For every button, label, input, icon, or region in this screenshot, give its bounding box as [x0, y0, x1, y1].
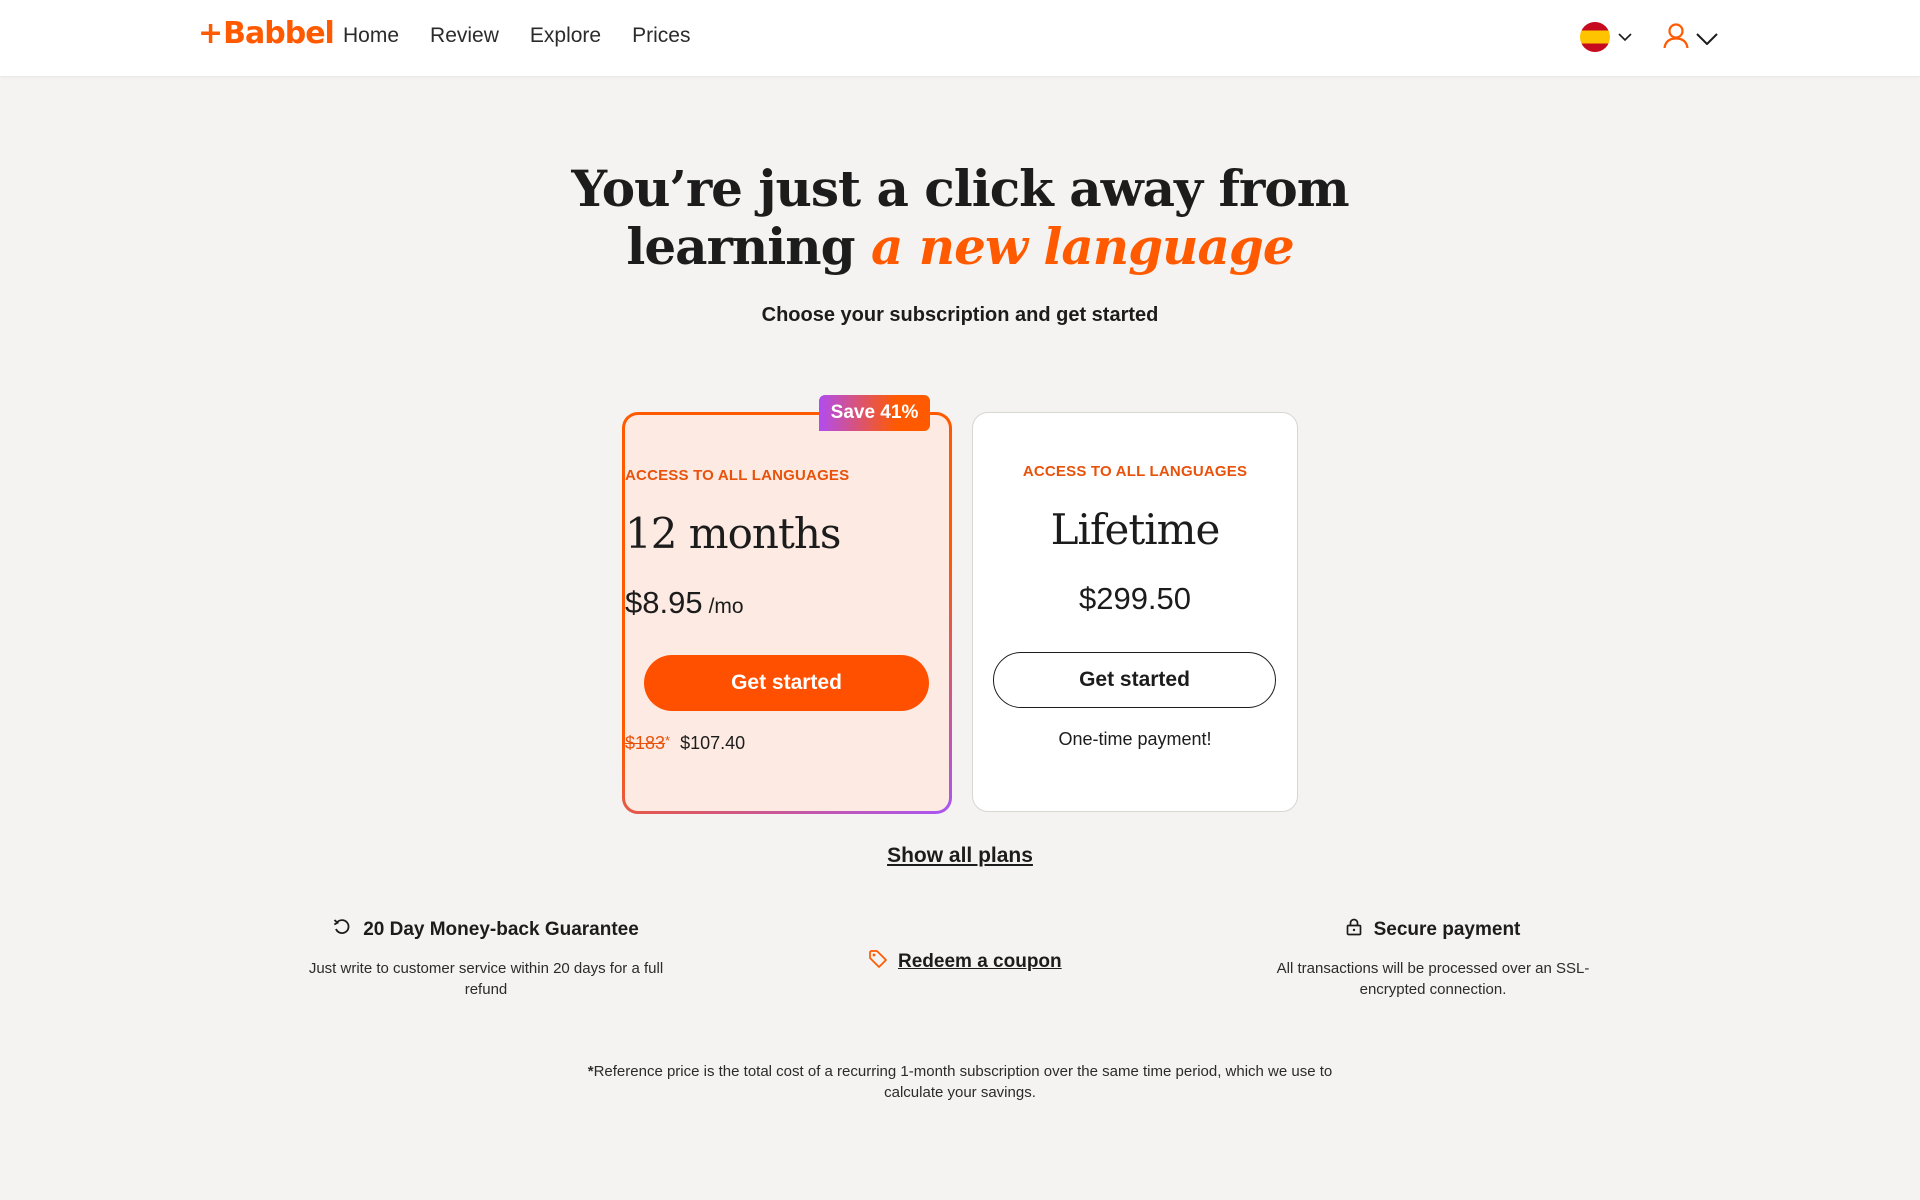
- title-line-1: You’re just a click away from: [571, 159, 1349, 218]
- plan-eyebrow: ACCESS TO ALL LANGUAGES: [625, 467, 850, 484]
- title-accent: a new language: [870, 217, 1295, 276]
- logo-text: Babbel: [223, 16, 335, 51]
- page-subtitle: Choose your subscription and get started: [761, 304, 1159, 326]
- price-value: $8.95: [625, 585, 703, 620]
- reference-price-footnote: *Reference price is the total cost of a …: [580, 1061, 1340, 1103]
- secure-payment-description: All transactions will be processed over …: [1276, 960, 1590, 998]
- footnote-text: Reference price is the total cost of a r…: [593, 1063, 1333, 1101]
- top-navigation-bar: +Babbel Home Review Explore Prices: [0, 0, 1920, 76]
- one-time-payment-note: One-time payment!: [1058, 729, 1212, 749]
- secure-payment: Secure payment All transactions will be …: [1255, 918, 1611, 1000]
- refresh-icon: [333, 918, 351, 942]
- account-menu[interactable]: [1662, 22, 1718, 55]
- money-back-guarantee: 20 Day Money-back Guarantee Just write t…: [300, 918, 672, 1000]
- plan-card-lifetime: ACCESS TO ALL LANGUAGES Lifetime $299.50…: [972, 412, 1298, 812]
- logo-plus: +: [198, 16, 223, 51]
- redeem-coupon-link[interactable]: Redeem a coupon: [898, 951, 1062, 973]
- total-price: $107.40: [680, 733, 746, 753]
- price-period: /mo: [708, 595, 744, 618]
- user-icon: [1662, 22, 1690, 55]
- plan-name: Lifetime: [1050, 505, 1221, 554]
- spain-flag-icon: [1580, 22, 1610, 52]
- show-all-plans-link[interactable]: Show all plans: [887, 844, 1033, 867]
- get-started-12-months-button[interactable]: Get started: [644, 655, 929, 711]
- main-nav: Home Review Explore Prices: [343, 24, 690, 48]
- price-comparison: $183* $107.40: [625, 733, 949, 754]
- nav-prices[interactable]: Prices: [632, 24, 690, 48]
- page-title: You’re just a click away from learning a…: [0, 160, 1920, 276]
- nav-explore[interactable]: Explore: [530, 24, 601, 48]
- money-back-title: 20 Day Money-back Guarantee: [363, 919, 639, 940]
- babbel-logo[interactable]: +Babbel: [198, 16, 335, 51]
- plan-price: $299.50: [1078, 581, 1192, 616]
- language-selector[interactable]: [1580, 22, 1632, 52]
- title-line-2-plain: learning: [626, 217, 871, 276]
- tag-icon: [868, 949, 888, 974]
- plan-name: 12 months: [625, 509, 841, 558]
- nav-home[interactable]: Home: [343, 24, 399, 48]
- nav-review[interactable]: Review: [430, 24, 499, 48]
- secure-payment-title: Secure payment: [1373, 919, 1521, 940]
- plan-card-12-months: ACCESS TO ALL LANGUAGES 12 months $8.95/…: [622, 412, 952, 814]
- reference-price: $183: [625, 733, 666, 753]
- lock-icon: [1346, 918, 1362, 942]
- get-started-lifetime-button[interactable]: Get started: [993, 652, 1276, 708]
- reference-marker: *: [665, 733, 671, 748]
- money-back-description: Just write to customer service within 20…: [308, 960, 664, 998]
- show-all-plans: Show all plans: [0, 844, 1920, 868]
- save-badge: Save 41%: [819, 395, 930, 431]
- plan-eyebrow: ACCESS TO ALL LANGUAGES: [1022, 463, 1248, 480]
- plan-price: $8.95/mo: [625, 585, 949, 621]
- chevron-down-icon: [1618, 32, 1632, 42]
- redeem-coupon: Redeem a coupon: [868, 949, 1062, 974]
- chevron-down-icon: [1696, 32, 1718, 45]
